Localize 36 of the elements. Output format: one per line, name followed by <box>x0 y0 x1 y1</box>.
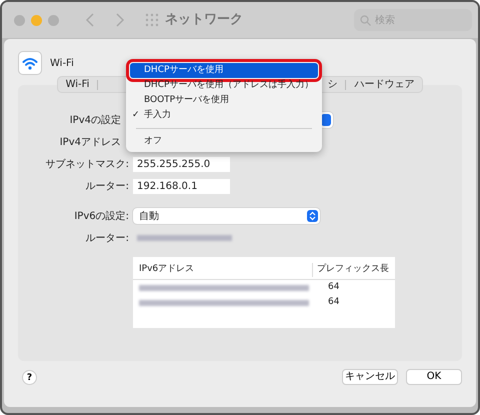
dialog-button[interactable]: OK <box>406 369 462 385</box>
menu-item[interactable]: DHCPサーバを使用（アドレスは手入力） <box>130 78 318 93</box>
minimize-window-button[interactable] <box>31 14 42 26</box>
column-header: IPv6アドレス <box>139 263 313 276</box>
menu-item[interactable]: ✓ 手入力 <box>130 108 318 123</box>
zoom-window-button[interactable] <box>48 14 59 26</box>
subnet-field[interactable]: 255.255.255.0 <box>133 156 230 172</box>
menu-item[interactable]: BOOTPサーバを使用 <box>130 93 318 108</box>
tab[interactable]: ハードウェア <box>346 77 422 92</box>
field-label: IPv4の設定 <box>68 114 122 128</box>
wifi-icon <box>18 51 42 75</box>
back-icon[interactable] <box>85 13 95 27</box>
router-field[interactable]: 192.168.0.1 <box>133 178 230 194</box>
window-title: ネットワーク <box>165 11 243 30</box>
search-icon <box>360 14 371 26</box>
tab[interactable]: Wi-Fi <box>58 77 98 92</box>
grid-icon[interactable] <box>145 13 159 27</box>
column-header: プレフィックス長 <box>316 263 389 276</box>
dialog-button[interactable]: キャンセル <box>342 369 398 385</box>
stepper-icon <box>307 210 318 222</box>
close-window-button[interactable] <box>14 14 25 26</box>
table-cell-text: 64 <box>327 296 340 310</box>
forward-icon[interactable] <box>115 13 125 27</box>
tab[interactable]: シ <box>319 77 346 92</box>
field-label: ルーター: <box>84 180 130 194</box>
field-label: ルーター: <box>84 232 130 246</box>
help-button[interactable]: ? <box>22 370 37 384</box>
field-label: IPv6の設定: <box>73 210 130 224</box>
ipv6-config-popup[interactable]: 自動 <box>133 208 320 224</box>
field-label: IPv4アドレス <box>58 136 122 150</box>
menu-item[interactable]: オフ <box>130 134 318 149</box>
checkmark-icon: ✓ <box>132 108 140 123</box>
menu-item[interactable]: DHCPサーバを使用 <box>130 63 318 78</box>
field-label: サブネットマスク: <box>44 158 130 172</box>
service-name: Wi-Fi <box>50 56 74 70</box>
table-cell-text: 64 <box>327 281 340 294</box>
